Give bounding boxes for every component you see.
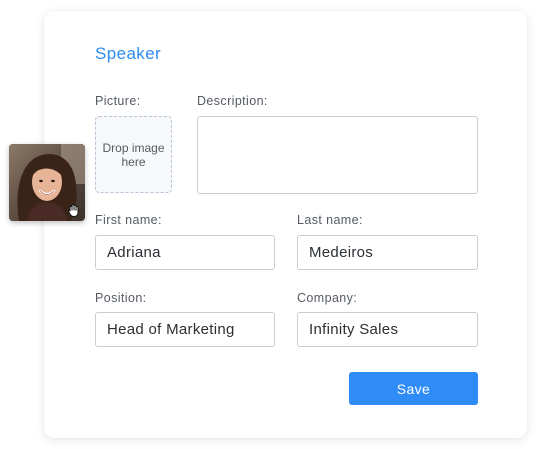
dragged-speaker-photo[interactable]	[9, 144, 85, 221]
first-name-label: First name:	[95, 213, 162, 227]
last-name-label: Last name:	[297, 213, 363, 227]
company-label: Company:	[297, 291, 358, 305]
picture-dropzone[interactable]: Drop image here	[95, 116, 172, 193]
form-title: Speaker	[95, 44, 162, 63]
company-field[interactable]: Infinity Sales	[297, 312, 478, 347]
description-label: Description:	[197, 94, 268, 108]
dropzone-text: Drop image here	[102, 140, 165, 169]
grab-hand-icon	[68, 204, 79, 217]
position-field[interactable]: Head of Marketing	[95, 312, 275, 347]
canvas: Speaker Picture: Drop image here Descrip…	[0, 0, 540, 449]
position-label: Position:	[95, 291, 147, 305]
last-name-field[interactable]: Medeiros	[297, 235, 478, 270]
picture-label: Picture:	[95, 94, 141, 108]
save-button[interactable]: Save	[349, 372, 478, 405]
first-name-field[interactable]: Adriana	[95, 235, 275, 270]
description-field[interactable]	[197, 116, 478, 194]
